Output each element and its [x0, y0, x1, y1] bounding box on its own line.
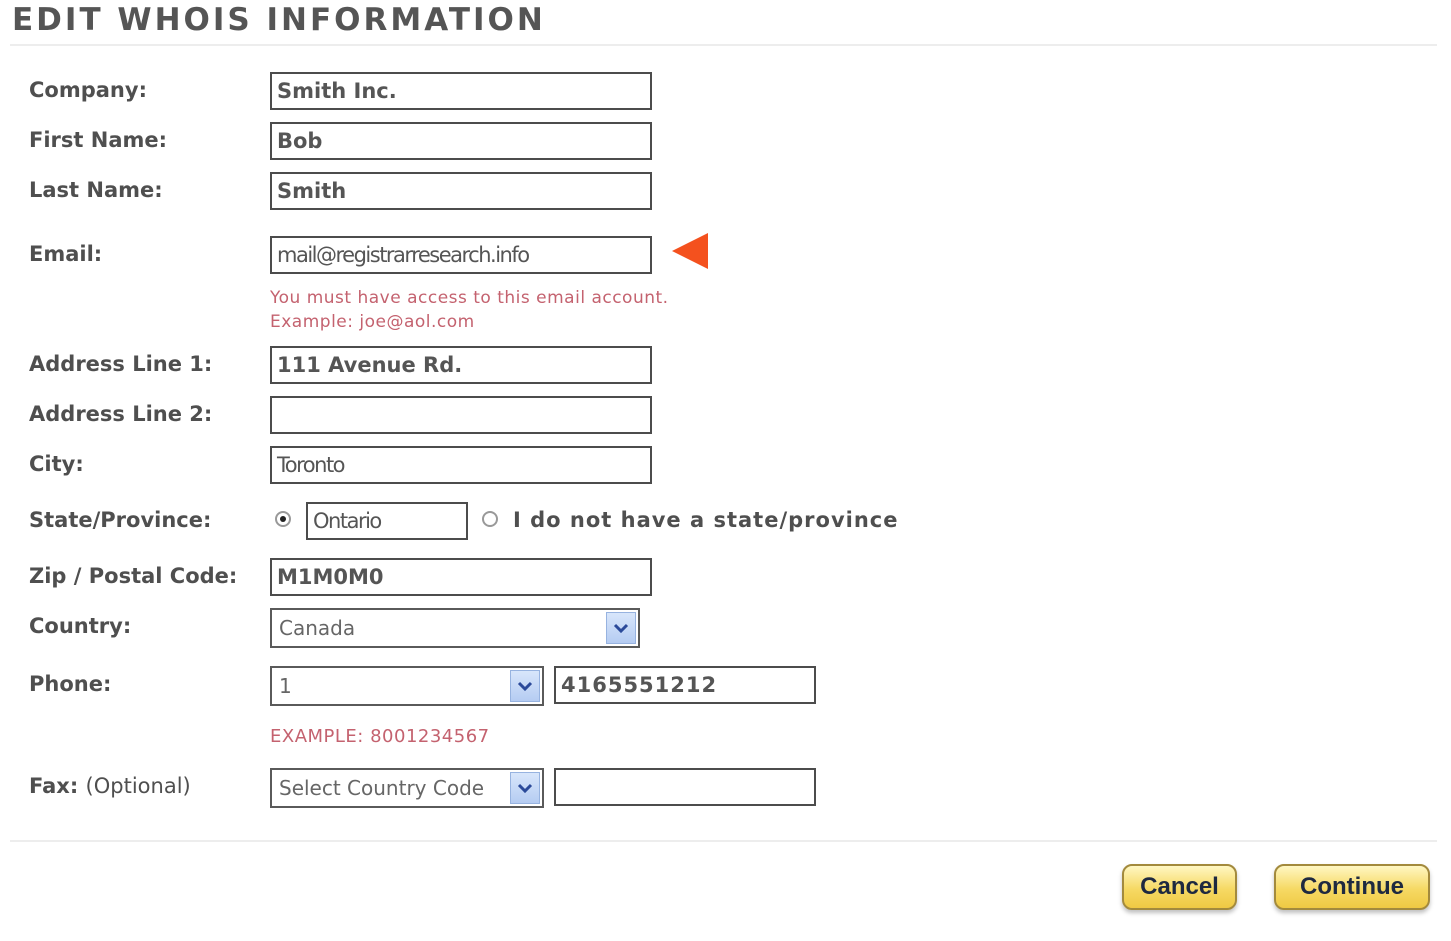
fax-label-text: Fax:: [29, 774, 79, 798]
country-selected-value: Canada: [279, 616, 356, 640]
state-field[interactable]: Ontario: [306, 502, 468, 540]
continue-button[interactable]: Continue: [1274, 864, 1430, 910]
state-radio[interactable]: [275, 511, 291, 527]
chevron-down-icon[interactable]: [606, 612, 636, 644]
chevron-down-icon[interactable]: [510, 670, 540, 702]
fax-number-field[interactable]: [554, 768, 816, 806]
no-state-radio[interactable]: [482, 511, 498, 527]
no-state-label: I do not have a state/province: [513, 508, 899, 532]
radio-selected-dot: [280, 516, 286, 522]
phone-country-code-select[interactable]: 1: [270, 666, 544, 706]
address-line-1-field[interactable]: 111 Avenue Rd.: [270, 346, 652, 384]
last-name-field[interactable]: Smith: [270, 172, 652, 210]
footer-divider: [10, 840, 1437, 842]
header-divider: [10, 44, 1437, 46]
phone-number-field[interactable]: 4165551212: [554, 666, 816, 704]
country-select[interactable]: Canada: [270, 608, 640, 648]
page-title: EDIT WHOIS INFORMATION: [12, 2, 546, 38]
email-field[interactable]: mail@registrarresearch.info: [270, 236, 652, 274]
fax-optional-note: (Optional): [85, 774, 191, 798]
first-name-label: First Name:: [29, 128, 168, 152]
fax-country-code-select[interactable]: Select Country Code: [270, 768, 544, 808]
company-field[interactable]: Smith Inc.: [270, 72, 652, 110]
email-label: Email:: [29, 242, 103, 266]
zip-label: Zip / Postal Code:: [29, 564, 238, 588]
state-label: State/Province:: [29, 508, 212, 532]
city-field[interactable]: Toronto: [270, 446, 652, 484]
email-hint: You must have access to this email accou…: [270, 288, 669, 308]
address-line-2-field[interactable]: [270, 396, 652, 434]
cancel-button[interactable]: Cancel: [1122, 864, 1237, 910]
chevron-down-icon[interactable]: [510, 772, 540, 804]
address-line-1-label: Address Line 1:: [29, 352, 213, 376]
pointer-arrow-icon: [672, 233, 708, 269]
phone-example: EXAMPLE: 8001234567: [270, 726, 490, 747]
phone-country-code-value: 1: [279, 674, 292, 698]
company-label: Company:: [29, 78, 147, 102]
address-line-2-label: Address Line 2:: [29, 402, 213, 426]
country-label: Country:: [29, 614, 132, 638]
phone-label: Phone:: [29, 672, 112, 696]
zip-field[interactable]: M1M0M0: [270, 558, 652, 596]
last-name-label: Last Name:: [29, 178, 163, 202]
first-name-field[interactable]: Bob: [270, 122, 652, 160]
fax-country-code-value: Select Country Code: [279, 776, 485, 800]
fax-label: Fax: (Optional): [29, 774, 191, 798]
city-label: City:: [29, 452, 84, 476]
email-example: Example: joe@aol.com: [270, 312, 475, 332]
